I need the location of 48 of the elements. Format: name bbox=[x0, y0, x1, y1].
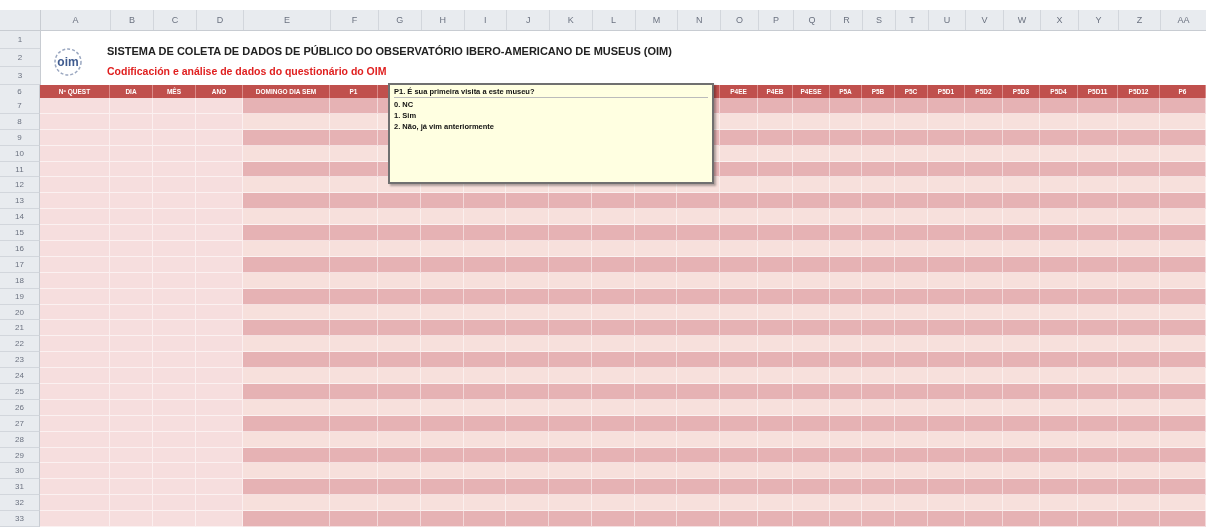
column-header[interactable]: F bbox=[331, 10, 379, 30]
column-header[interactable]: Q bbox=[794, 10, 831, 30]
row-number[interactable]: 1 bbox=[0, 31, 40, 49]
row-number[interactable]: 32 bbox=[0, 495, 40, 512]
column-header[interactable]: E bbox=[244, 10, 331, 30]
row-number[interactable]: 2 bbox=[0, 49, 40, 67]
row-number[interactable]: 25 bbox=[0, 384, 40, 400]
column-header[interactable]: I bbox=[464, 10, 508, 30]
column-header[interactable]: B bbox=[111, 10, 154, 30]
sheet-subtitle: Codificación e análise de dados do questionário do OIM bbox=[107, 65, 388, 77]
column-header[interactable]: H bbox=[421, 10, 465, 30]
column-header[interactable]: O bbox=[721, 10, 759, 30]
column-header[interactable]: V bbox=[966, 10, 1004, 30]
column-header[interactable]: L bbox=[592, 10, 636, 30]
column-header[interactable]: U bbox=[929, 10, 966, 30]
row-number[interactable]: 22 bbox=[0, 336, 40, 353]
logo: oim bbox=[51, 47, 85, 77]
row-number[interactable]: 12 bbox=[0, 177, 40, 194]
column-header[interactable]: W bbox=[1004, 10, 1041, 30]
row-number[interactable]: 6 bbox=[0, 85, 40, 98]
column-header[interactable]: X bbox=[1041, 10, 1079, 30]
column-header[interactable]: T bbox=[896, 10, 929, 30]
column-header[interactable]: N bbox=[678, 10, 721, 30]
column-header[interactable]: R bbox=[831, 10, 863, 30]
row-number[interactable]: 14 bbox=[0, 209, 40, 226]
row-number[interactable]: 31 bbox=[0, 479, 40, 496]
column-header[interactable]: P bbox=[759, 10, 794, 30]
column-header[interactable]: Z bbox=[1119, 10, 1161, 30]
column-header[interactable]: A bbox=[41, 10, 111, 30]
column-header[interactable]: S bbox=[863, 10, 896, 30]
column-header[interactable]: D bbox=[197, 10, 244, 30]
row-number[interactable]: 15 bbox=[0, 225, 40, 241]
column-header[interactable]: AA bbox=[1161, 10, 1206, 30]
column-header[interactable]: K bbox=[550, 10, 593, 30]
column-header[interactable]: M bbox=[635, 10, 679, 30]
row-number[interactable]: 23 bbox=[0, 352, 40, 369]
sheet-title: SISTEMA DE COLETA DE DADOS DE PÚBLICO DO OBSERVATÓRIO IBERO-AMERICANO DE MUSEUS (OIM) bbox=[107, 45, 672, 57]
column-header[interactable]: J bbox=[507, 10, 550, 30]
column-header[interactable]: C bbox=[154, 10, 197, 30]
column-header[interactable]: Y bbox=[1079, 10, 1119, 30]
row-number[interactable]: 13 bbox=[0, 193, 40, 210]
row-number[interactable]: 33 bbox=[0, 511, 40, 527]
row-number[interactable]: 24 bbox=[0, 368, 40, 385]
row-number[interactable]: 30 bbox=[0, 463, 40, 480]
row-number[interactable]: 21 bbox=[0, 320, 40, 337]
column-header[interactable]: G bbox=[379, 10, 422, 30]
row-number[interactable]: 7 bbox=[0, 98, 40, 114]
row-number[interactable]: 16 bbox=[0, 241, 40, 257]
